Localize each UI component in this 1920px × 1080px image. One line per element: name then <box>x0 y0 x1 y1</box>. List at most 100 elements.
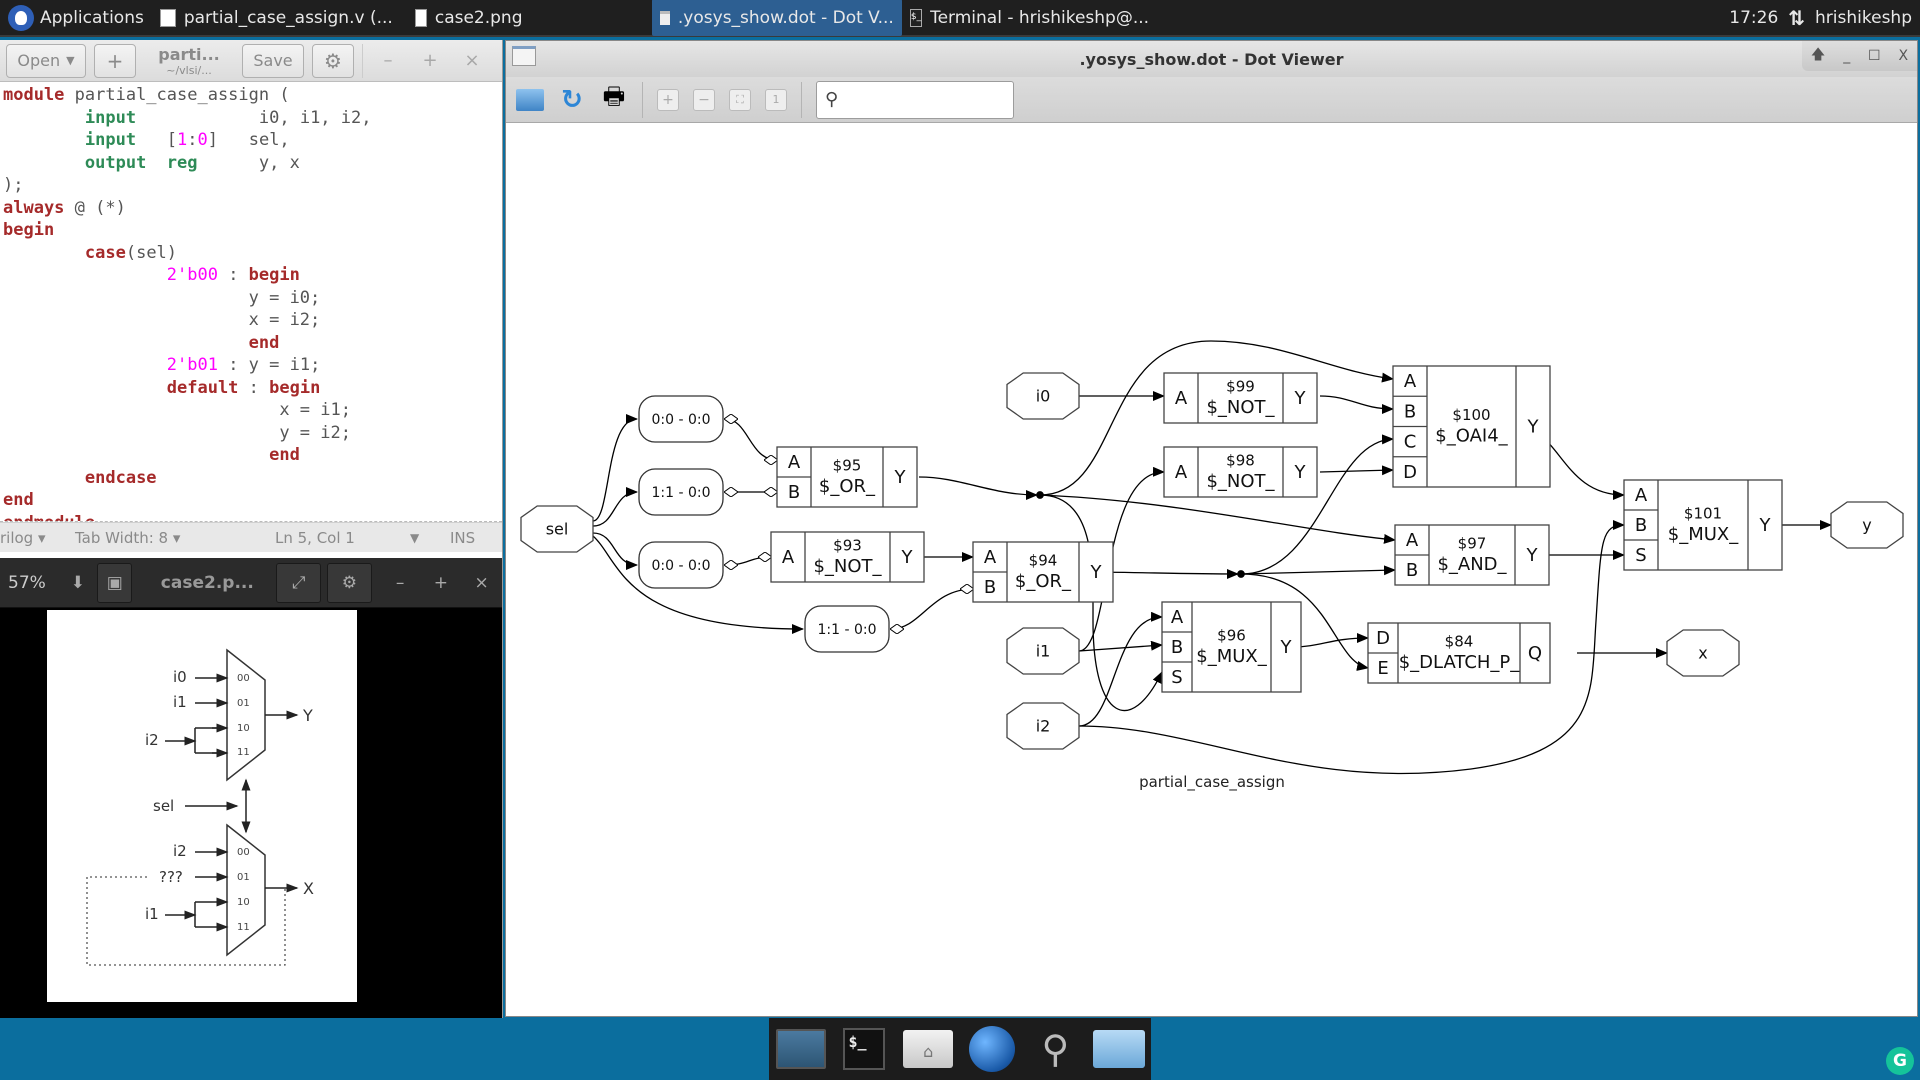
cell-type: $_MUX_ <box>1196 646 1267 667</box>
port-i0[interactable]: i0 <box>1006 372 1080 420</box>
shade-button[interactable]: 🡅 <box>1811 44 1825 68</box>
file-title: parti... ~/vlsi/... <box>144 45 234 77</box>
fullscreen-icon[interactable]: ⤢ <box>276 562 322 603</box>
new-tab-button[interactable]: + <box>94 43 136 78</box>
download-icon[interactable]: ⬇ <box>58 563 97 603</box>
cell-and-97[interactable]: AB Y $97$_AND_ <box>1394 524 1550 586</box>
input-label: i1 <box>145 905 159 923</box>
zoom-level[interactable]: 57% <box>0 573 58 593</box>
zoom-in-icon[interactable]: + <box>657 88 679 111</box>
port-label: i0 <box>1036 387 1051 406</box>
graph-canvas[interactable]: sel i0 i1 i2 y x 0:0 - 0:0 1:1 - 0:0 0:0 - 0:0 1:… <box>506 125 1917 1016</box>
taskbar-item-terminal[interactable]: $_ Terminal - hrishikeshp@... <box>902 0 1152 36</box>
minimize-button[interactable]: – <box>371 50 405 71</box>
open-label: Open <box>17 51 61 70</box>
print-icon[interactable]: 🖶 <box>600 79 628 120</box>
zoom-out-icon[interactable]: − <box>693 88 715 111</box>
mux-diagram: 00 01 10 11 i0 i1 i2 Y sel 00 01 10 11 i… <box>86 648 314 966</box>
cell-not-98[interactable]: A Y $98$_NOT_ <box>1163 446 1318 498</box>
minimize-button[interactable]: _ <box>1843 48 1850 64</box>
code-line: endcase <box>3 467 502 490</box>
show-desktop-icon[interactable] <box>775 1025 827 1073</box>
network-updown-icon[interactable]: ⇅ <box>1788 6 1805 30</box>
reload-icon[interactable]: ↻ <box>558 85 586 115</box>
port-y[interactable]: y <box>1830 501 1904 549</box>
taskbar-item-editor[interactable]: partial_case_assign.v (... <box>152 0 407 36</box>
search-input[interactable] <box>844 91 1044 108</box>
gallery-icon[interactable]: ▣ <box>97 562 133 603</box>
net-edge <box>891 589 973 629</box>
port-label: x <box>1698 644 1707 663</box>
code-token: i0, i1, i2, <box>136 107 372 128</box>
cell-dlatchp-84[interactable]: DE Q $84$_DLATCH_P_ <box>1367 622 1551 684</box>
sel-code: 01 <box>237 698 250 709</box>
maximize-button[interactable]: ☐ <box>1868 48 1881 64</box>
port-pin: Y <box>894 467 907 488</box>
taskbar-item-image[interactable]: case2.png <box>407 0 652 36</box>
chevron-down-icon[interactable]: ▼ <box>410 531 450 545</box>
home-folder-icon[interactable]: ⌂ <box>902 1025 954 1073</box>
clock[interactable]: 17:26 <box>1729 8 1778 28</box>
dot-viewer-window: .yosys_show.dot - Dot Viewer 🡅 _ ☐ X ↻ 🖶… <box>505 40 1918 1017</box>
tab-width-selector[interactable]: Tab Width: 8 ▾ <box>75 529 275 547</box>
search-field[interactable]: ⚲ <box>816 80 1044 119</box>
net-edge <box>592 414 638 522</box>
code-token: default <box>166 377 239 398</box>
search-icon[interactable]: ⚲ <box>1029 1025 1081 1073</box>
port-x[interactable]: x <box>1666 629 1740 677</box>
port-pin: A <box>782 547 795 568</box>
cell-not-99[interactable]: A Y $99$_NOT_ <box>1163 372 1318 424</box>
port-pin: A <box>1171 607 1184 628</box>
cell-type: $_NOT_ <box>1206 471 1275 492</box>
minimize-button[interactable]: – <box>380 563 421 603</box>
bit-slice-node[interactable]: 1:1 - 0:0 <box>804 605 890 653</box>
cell-mux-96[interactable]: ABS Y $96$_MUX_ <box>1161 601 1302 693</box>
maximize-button[interactable]: + <box>413 50 447 71</box>
gear-icon[interactable]: ⚙ <box>327 562 372 603</box>
bit-slice-node[interactable]: 1:1 - 0:0 <box>638 468 724 516</box>
slice-label: 1:1 - 0:0 <box>651 485 710 501</box>
maximize-button[interactable]: + <box>421 563 462 603</box>
close-button[interactable]: X <box>1898 48 1908 64</box>
open-button[interactable]: Open ▼ <box>6 43 86 78</box>
terminal-icon[interactable]: $_ <box>838 1025 890 1073</box>
grammarly-icon[interactable]: G <box>1886 1047 1914 1075</box>
folder-icon[interactable] <box>1093 1025 1146 1073</box>
close-button[interactable]: × <box>455 50 489 71</box>
cell-oai4-100[interactable]: ABCD Y $100 $_OAI4_ <box>1392 365 1551 488</box>
web-browser-icon[interactable] <box>966 1025 1018 1073</box>
gear-icon[interactable]: ⚙ <box>312 43 354 78</box>
cell-mux-101[interactable]: ABS Y $101$_MUX_ <box>1623 479 1783 571</box>
close-button[interactable]: × <box>461 563 502 603</box>
applications-menu[interactable]: Applications <box>0 0 152 36</box>
bit-slice-node[interactable]: 0:0 - 0:0 <box>638 395 724 443</box>
port-i2[interactable]: i2 <box>1006 702 1080 750</box>
cell-or-94[interactable]: AB Y $94$_OR_ <box>972 541 1114 603</box>
code-token: 2'b00 <box>166 265 218 285</box>
port-pin: S <box>1171 667 1182 688</box>
slice-label: 0:0 - 0:0 <box>651 412 710 428</box>
code-token: y, x <box>197 152 300 173</box>
language-selector[interactable]: rilog ▾ <box>0 529 75 547</box>
output-label: X <box>303 879 314 898</box>
taskbar-item-dotviewer[interactable]: .yosys_show.dot - Dot V... <box>651 0 902 36</box>
user-menu[interactable]: hrishikeshp <box>1815 8 1912 28</box>
cell-type: $_OAI4_ <box>1435 426 1508 447</box>
save-button[interactable]: Save <box>242 43 304 78</box>
slice-label: 1:1 - 0:0 <box>817 622 876 638</box>
image-viewer-header: 57% ⬇ ▣ case2.p... ⤢ ⚙ – + × <box>0 558 502 608</box>
cell-or-95[interactable]: AB Y $95$_OR_ <box>776 446 918 508</box>
zoom-fit-icon[interactable]: ⛶ <box>729 88 751 111</box>
zoom-100-icon[interactable]: 1 <box>765 88 787 111</box>
open-folder-icon[interactable] <box>516 88 544 111</box>
bit-slice-node[interactable]: 0:0 - 0:0 <box>638 541 724 589</box>
cell-not-93[interactable]: A Y $93$_NOT_ <box>770 531 925 583</box>
port-i1[interactable]: i1 <box>1006 627 1080 675</box>
sel-code: 00 <box>237 847 250 858</box>
code-editor[interactable]: module partial_case_assign ( input i0, i… <box>0 82 502 522</box>
code-token: end <box>3 490 34 510</box>
port-sel[interactable]: sel <box>520 505 594 553</box>
cell-id: $101 <box>1684 505 1722 523</box>
